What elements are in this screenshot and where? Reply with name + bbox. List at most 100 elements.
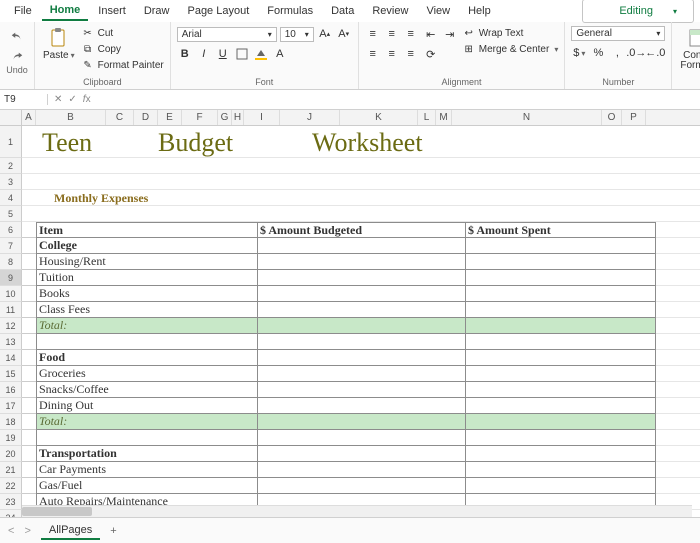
- col-header-B[interactable]: B: [36, 110, 106, 125]
- sheet-tab[interactable]: AllPages: [41, 522, 100, 540]
- increase-indent-icon[interactable]: ⇥: [442, 26, 458, 42]
- menu-formulas[interactable]: Formulas: [259, 2, 321, 20]
- decrease-indent-icon[interactable]: ⇤: [423, 26, 439, 42]
- cell-spent[interactable]: [466, 462, 656, 478]
- cell-item[interactable]: Total:: [36, 414, 258, 430]
- col-header-E[interactable]: E: [158, 110, 182, 125]
- cell-spent[interactable]: [466, 254, 656, 270]
- scrollbar-thumb[interactable]: [22, 507, 92, 516]
- cell-budgeted[interactable]: [258, 334, 466, 350]
- cell-budgeted[interactable]: [258, 382, 466, 398]
- underline-button[interactable]: U: [215, 46, 231, 62]
- row-header[interactable]: 7: [0, 238, 22, 254]
- cell-budgeted[interactable]: [258, 302, 466, 318]
- col-header-O[interactable]: O: [602, 110, 622, 125]
- row-header[interactable]: 12: [0, 318, 22, 334]
- format-painter-button[interactable]: ✎Format Painter: [81, 58, 164, 72]
- cell-spent[interactable]: [466, 478, 656, 494]
- cell-item[interactable]: [36, 430, 258, 446]
- decrease-font-icon[interactable]: A▾: [336, 26, 352, 42]
- col-header-C[interactable]: C: [106, 110, 134, 125]
- cell-budgeted[interactable]: [258, 238, 466, 254]
- menu-view[interactable]: View: [418, 2, 458, 20]
- align-top-icon[interactable]: ≡: [365, 26, 381, 42]
- cell-budgeted[interactable]: [258, 478, 466, 494]
- cell-budgeted[interactable]: [258, 462, 466, 478]
- col-header-J[interactable]: J: [280, 110, 340, 125]
- cell-spent[interactable]: [466, 238, 656, 254]
- cell-spent[interactable]: [466, 286, 656, 302]
- col-header-H[interactable]: H: [232, 110, 244, 125]
- row-header[interactable]: 11: [0, 302, 22, 318]
- cell-spent[interactable]: [466, 446, 656, 462]
- menu-draw[interactable]: Draw: [136, 2, 178, 20]
- section-header[interactable]: Monthly Expenses: [22, 190, 700, 206]
- add-sheet-button[interactable]: +: [110, 525, 116, 537]
- row-header[interactable]: 23: [0, 494, 22, 510]
- menu-data[interactable]: Data: [323, 2, 362, 20]
- col-header-I[interactable]: I: [244, 110, 280, 125]
- row-header[interactable]: 13: [0, 334, 22, 350]
- font-name-dropdown[interactable]: Arial▾: [177, 27, 277, 42]
- row-header[interactable]: 6: [0, 222, 22, 238]
- cell-spent[interactable]: [466, 318, 656, 334]
- horizontal-scrollbar[interactable]: [22, 505, 692, 517]
- row-header[interactable]: 10: [0, 286, 22, 302]
- align-right-icon[interactable]: ≡: [403, 46, 419, 62]
- cell-item[interactable]: Dining Out: [36, 398, 258, 414]
- align-middle-icon[interactable]: ≡: [384, 26, 400, 42]
- cut-button[interactable]: ✂Cut: [81, 26, 164, 40]
- font-size-dropdown[interactable]: 10▾: [280, 27, 314, 42]
- percent-button[interactable]: %: [590, 45, 606, 61]
- paste-button[interactable]: Paste: [41, 26, 77, 63]
- cell-item[interactable]: Car Payments: [36, 462, 258, 478]
- increase-decimal-icon[interactable]: .0→: [628, 45, 644, 61]
- name-box[interactable]: T9: [0, 94, 48, 105]
- cell-item[interactable]: Books: [36, 286, 258, 302]
- title-row[interactable]: Teen Budget Worksheet: [22, 126, 700, 158]
- row-header[interactable]: 20: [0, 446, 22, 462]
- col-header-P[interactable]: P: [622, 110, 646, 125]
- cell-spent[interactable]: [466, 414, 656, 430]
- cell-budgeted[interactable]: [258, 254, 466, 270]
- border-button[interactable]: [234, 46, 250, 62]
- cell-spent[interactable]: [466, 382, 656, 398]
- orientation-icon[interactable]: ⟳: [423, 46, 439, 62]
- cell-spent[interactable]: $ Amount Spent: [466, 222, 656, 238]
- decrease-decimal-icon[interactable]: ←.0: [647, 45, 663, 61]
- cell-item[interactable]: Transportation: [36, 446, 258, 462]
- select-all-corner[interactable]: [0, 110, 22, 125]
- menu-review[interactable]: Review: [364, 2, 416, 20]
- sheet-nav-next[interactable]: >: [24, 525, 30, 537]
- menu-file[interactable]: File: [6, 2, 40, 20]
- cell-item[interactable]: Tuition: [36, 270, 258, 286]
- cell-budgeted[interactable]: [258, 270, 466, 286]
- wrap-text-button[interactable]: ↩Wrap Text: [462, 26, 559, 40]
- row-header[interactable]: 17: [0, 398, 22, 414]
- cell-item[interactable]: Groceries: [36, 366, 258, 382]
- currency-button[interactable]: $: [571, 45, 587, 61]
- cell-budgeted[interactable]: [258, 350, 466, 366]
- cell-item[interactable]: Snacks/Coffee: [36, 382, 258, 398]
- col-header-D[interactable]: D: [134, 110, 158, 125]
- menu-home[interactable]: Home: [42, 1, 89, 21]
- row-header[interactable]: 22: [0, 478, 22, 494]
- row-header[interactable]: 18: [0, 414, 22, 430]
- cell-spent[interactable]: [466, 350, 656, 366]
- increase-font-icon[interactable]: A▴: [317, 26, 333, 42]
- fill-color-button[interactable]: [253, 46, 269, 62]
- row-header[interactable]: 1: [0, 126, 22, 158]
- cell-item[interactable]: Item: [36, 222, 258, 238]
- cell-spent[interactable]: [466, 366, 656, 382]
- copy-button[interactable]: ⧉Copy: [81, 42, 164, 56]
- col-header-G[interactable]: G: [218, 110, 232, 125]
- cell-item[interactable]: College: [36, 238, 258, 254]
- cell-spent[interactable]: [466, 270, 656, 286]
- number-format-dropdown[interactable]: General▾: [571, 26, 665, 41]
- col-header-M[interactable]: M: [436, 110, 452, 125]
- fx-icon[interactable]: fx: [83, 94, 91, 105]
- bold-button[interactable]: B: [177, 46, 193, 62]
- comma-button[interactable]: ,: [609, 45, 625, 61]
- cell-budgeted[interactable]: [258, 286, 466, 302]
- col-header-K[interactable]: K: [340, 110, 418, 125]
